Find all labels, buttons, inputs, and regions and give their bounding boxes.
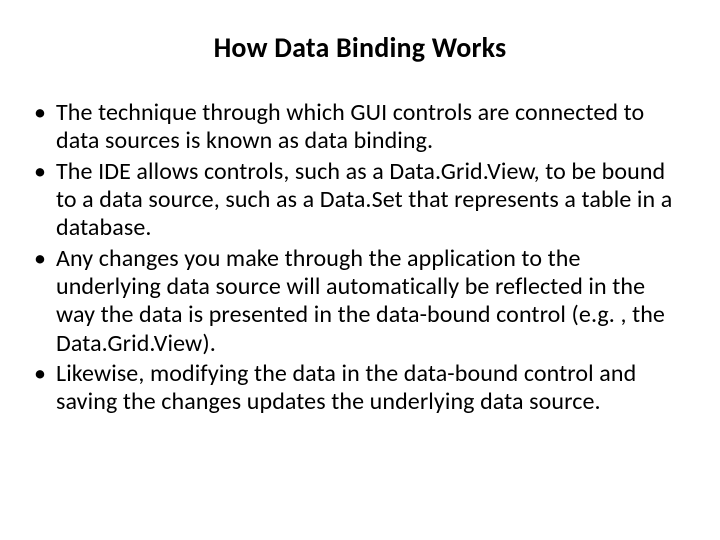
slide-title: How Data Binding Works [28,30,692,65]
list-item: The technique through which GUI controls… [30,99,688,156]
list-item: The IDE allows controls, such as a Data.… [30,158,688,243]
list-item: Likewise, modifying the data in the data… [30,360,688,417]
bullet-list: The technique through which GUI controls… [28,99,692,416]
slide: How Data Binding Works The technique thr… [0,0,720,540]
list-item: Any changes you make through the applica… [30,245,688,358]
